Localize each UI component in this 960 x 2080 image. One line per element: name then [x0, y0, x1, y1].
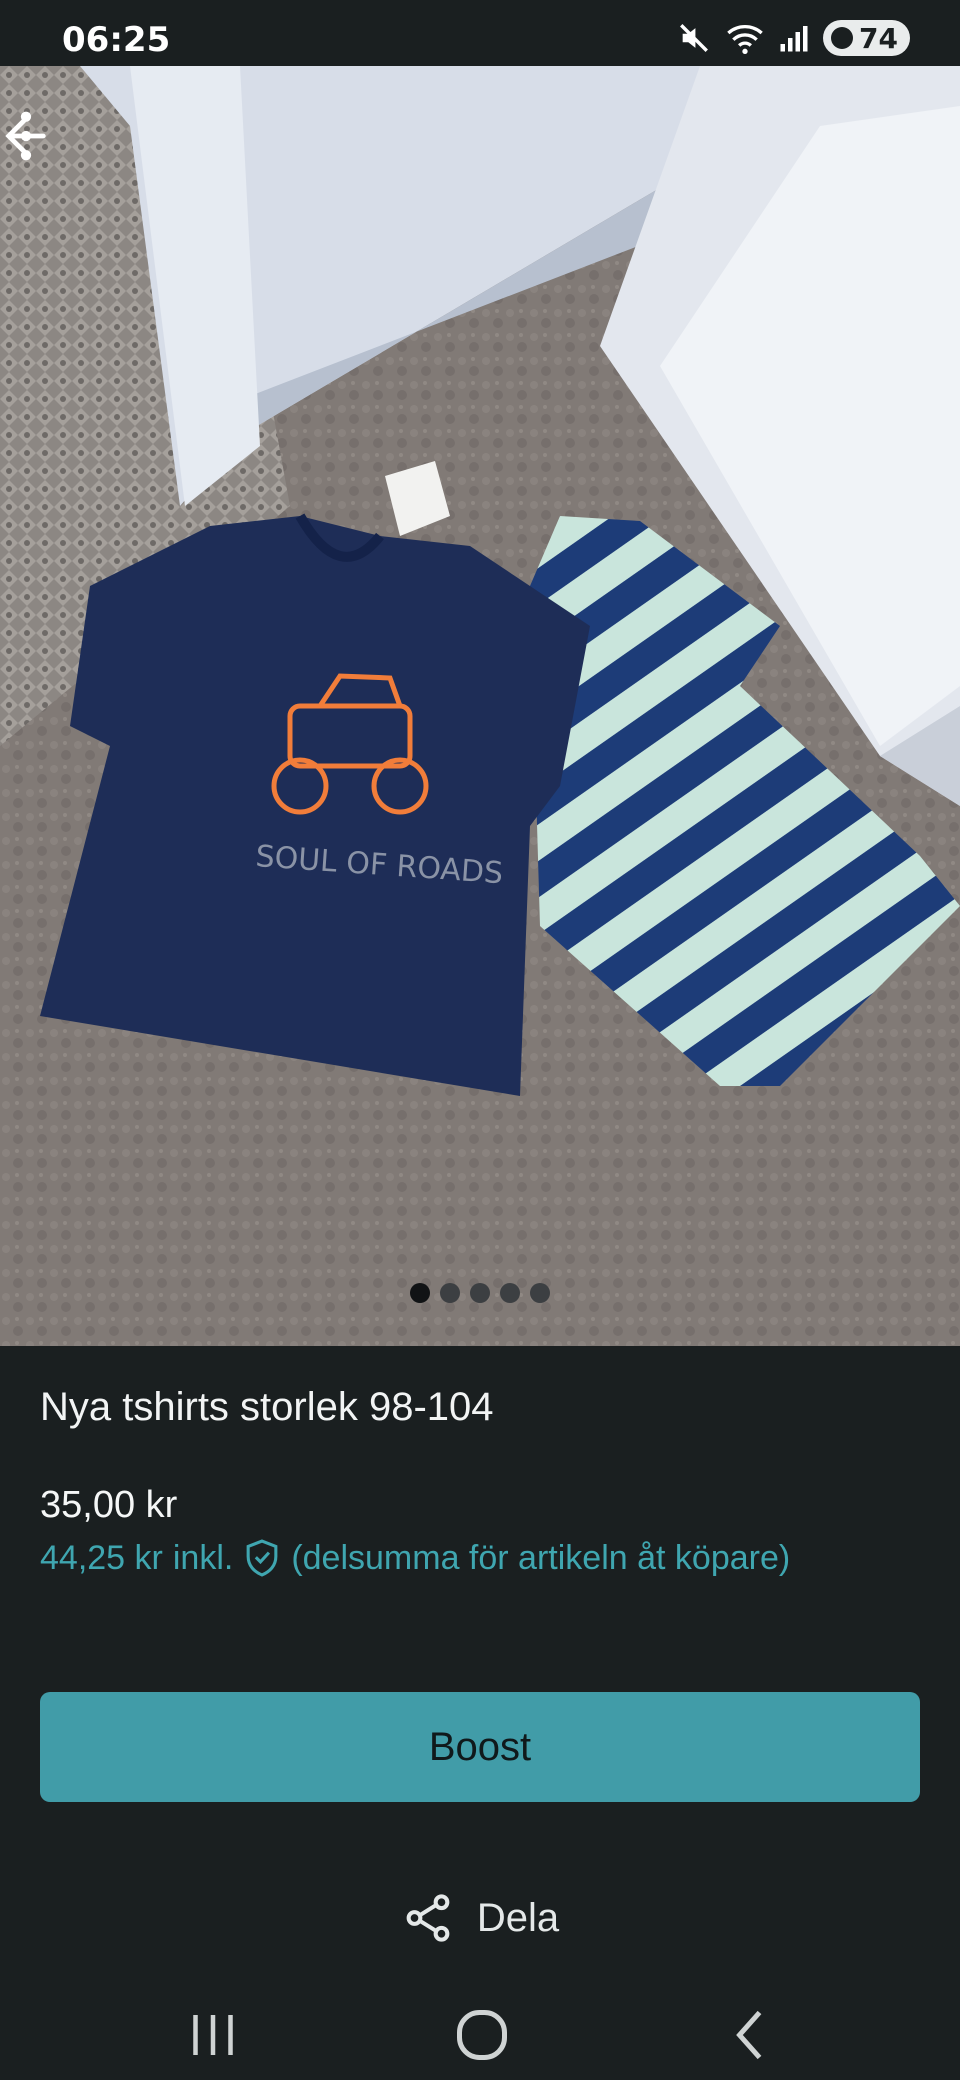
price-incl-amount: 44,25 kr — [40, 1538, 163, 1577]
listing-price: 35,00 kr — [40, 1484, 178, 1526]
carousel-indicator — [0, 1283, 960, 1303]
boost-button[interactable]: Boost — [40, 1692, 920, 1802]
carousel-dot[interactable] — [470, 1283, 490, 1303]
price-incl-label: inkl. — [172, 1538, 234, 1577]
battery-indicator: 74 — [823, 20, 910, 56]
product-photo-carousel[interactable]: SOUL OF ROADS — [0, 66, 960, 1346]
status-icons: 74 — [677, 18, 910, 58]
buyer-protection-shield-icon[interactable] — [243, 1538, 281, 1578]
system-navigation-bar — [0, 1975, 960, 2080]
home-icon[interactable] — [452, 2005, 512, 2065]
recent-apps-icon[interactable] — [183, 2005, 243, 2065]
share-icon — [406, 1894, 450, 1942]
price-incl-note: (delsumma för artikeln åt köpare) — [291, 1538, 791, 1577]
signal-icon — [780, 26, 808, 52]
more-options-icon[interactable] — [0, 106, 52, 166]
battery-level: 74 — [859, 21, 898, 55]
price-including-protection[interactable]: 44,25 kr inkl. (delsumma för artikeln åt… — [40, 1538, 790, 1578]
carousel-dot[interactable] — [500, 1283, 520, 1303]
battery-saver-icon — [831, 27, 854, 49]
product-photo: SOUL OF ROADS — [0, 66, 960, 1346]
carousel-dot[interactable] — [530, 1283, 550, 1303]
mute-icon — [680, 24, 708, 52]
back-nav-icon[interactable] — [722, 2005, 782, 2065]
carousel-dot[interactable] — [410, 1283, 430, 1303]
status-time: 06:25 — [62, 20, 171, 60]
listing-title: Nya tshirts storlek 98-104 — [40, 1385, 494, 1429]
share-label: Dela — [476, 1895, 560, 1940]
carousel-dot[interactable] — [440, 1283, 460, 1303]
wifi-icon — [727, 25, 763, 54]
share-button[interactable]: Dela — [0, 1888, 960, 1948]
status-bar: 06:25 74 — [0, 0, 960, 66]
